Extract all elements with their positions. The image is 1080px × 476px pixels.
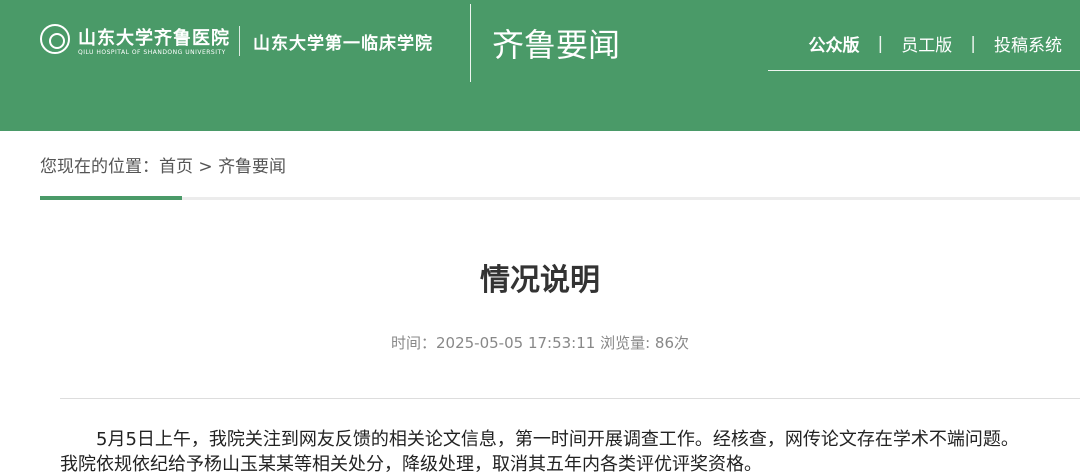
nav-staff-link[interactable]: 员工版 xyxy=(901,31,952,56)
breadcrumb-accent-bar xyxy=(40,196,182,200)
logo-subtitle: 山东大学第一临床学院 xyxy=(253,34,433,54)
section-title: 齐鲁要闻 xyxy=(492,26,621,64)
hospital-logo[interactable]: 山东大学齐鲁医院 QILU HOSPITAL OF SHANDONG UNIVE… xyxy=(40,22,240,62)
site-header: 山东大学齐鲁医院 QILU HOSPITAL OF SHANDONG UNIVE… xyxy=(0,0,1080,131)
breadcrumb-divider xyxy=(40,197,1080,200)
logo-chinese-name: 山东大学齐鲁医院 xyxy=(78,28,230,49)
nav-separator: | xyxy=(877,33,884,54)
breadcrumb: 您现在的位置：首页 > 齐鲁要闻 xyxy=(40,152,286,177)
nav-underline xyxy=(768,70,1080,71)
hospital-emblem-icon xyxy=(40,24,70,54)
nav-separator: | xyxy=(970,33,976,54)
breadcrumb-home-link[interactable]: 首页 xyxy=(159,157,193,177)
nav-submission-link[interactable]: 投稿系统 xyxy=(994,31,1062,56)
header-divider xyxy=(470,4,471,82)
article-paragraph-2: 我院依规依纪给予杨山玉某某等相关处分，降级处理，取消其五年内各类评优评奖资格。 xyxy=(60,454,762,475)
meta-divider xyxy=(60,398,1080,399)
article-meta: 时间：2025-05-05 17:53:11 浏览量: 86次 xyxy=(391,334,689,352)
top-nav: 公众版 | 员工版 | 投稿系统 xyxy=(809,31,1062,57)
nav-public-link[interactable]: 公众版 xyxy=(809,31,860,56)
breadcrumb-prefix: 您现在的位置： xyxy=(40,157,159,177)
logo-separator xyxy=(239,26,240,56)
article-title: 情况说明 xyxy=(480,263,600,298)
breadcrumb-current[interactable]: 齐鲁要闻 xyxy=(218,157,286,177)
breadcrumb-separator: > xyxy=(198,157,213,177)
logo-english-name: QILU HOSPITAL OF SHANDONG UNIVERSITY xyxy=(78,49,226,56)
